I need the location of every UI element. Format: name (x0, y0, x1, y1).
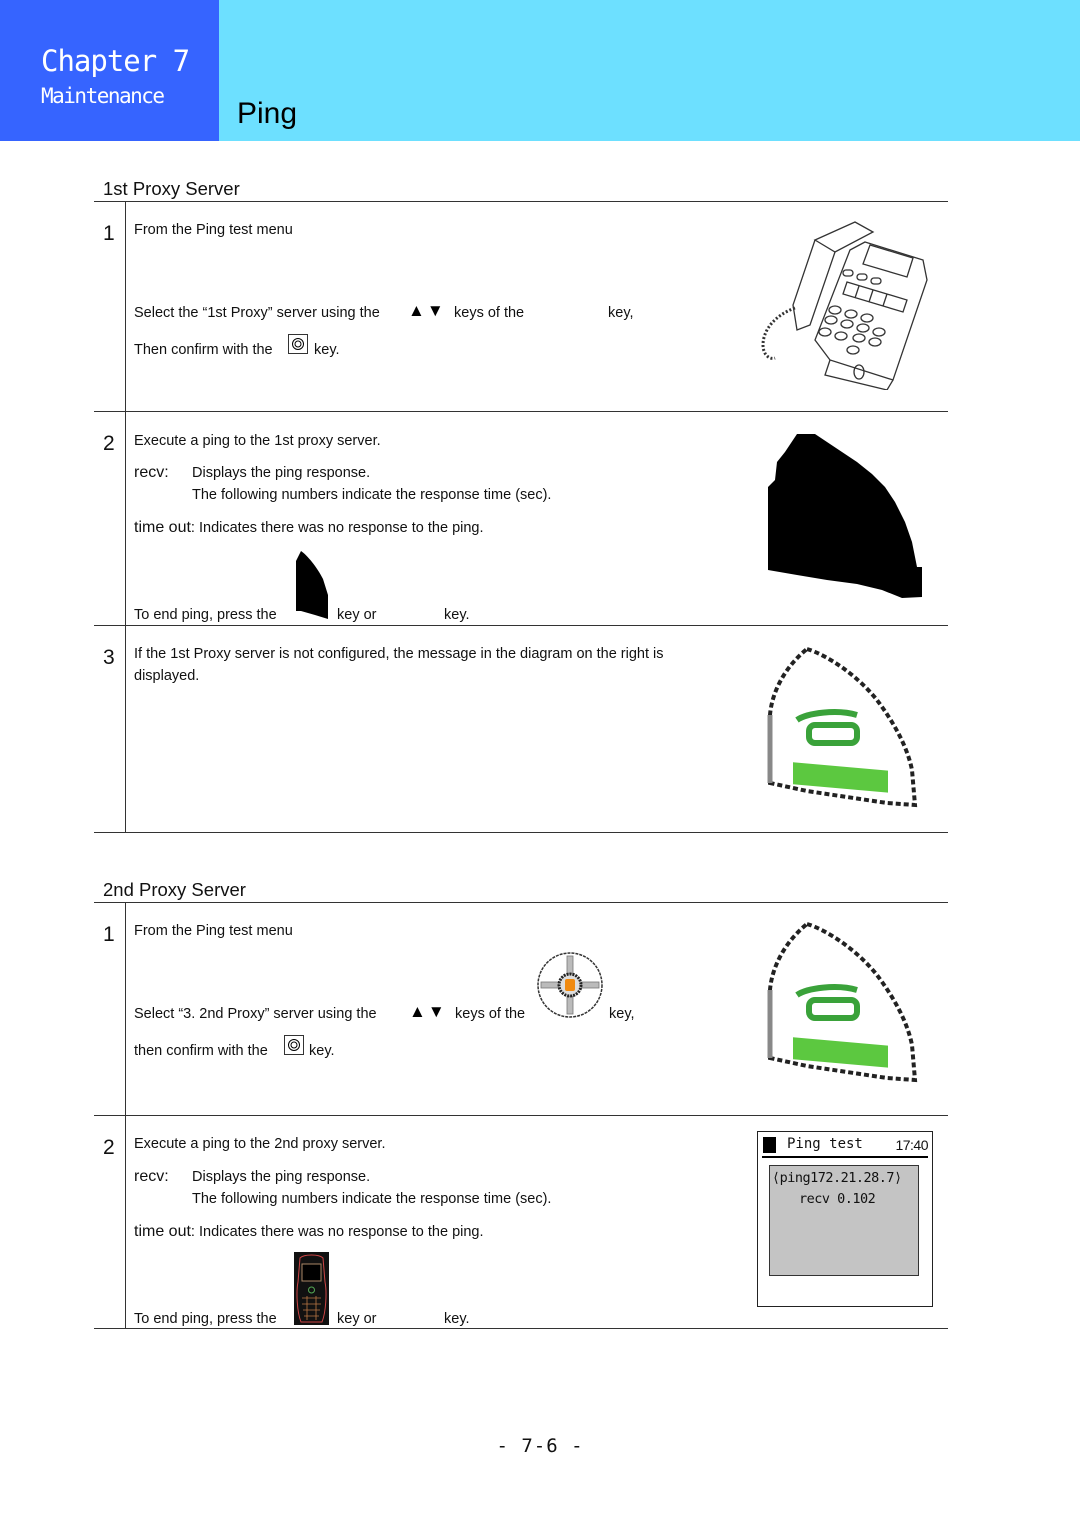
recv-label: recv: (134, 464, 169, 481)
divider (94, 832, 948, 833)
lcd-title-bar: Ping test 17:40 (762, 1134, 928, 1158)
step-text: The following numbers indicate the respo… (192, 487, 552, 503)
divider (94, 625, 948, 626)
divider (94, 1328, 948, 1329)
divider (94, 411, 948, 412)
step-text: key or (337, 607, 377, 623)
ping-test-lcd-screen: Ping test 17:40 ⟨ping172.21.28.7⟩ recv 0… (757, 1131, 933, 1307)
mobile-phone-key-icon (294, 1252, 329, 1325)
ping-target: ⟨ping172.21.28.7⟩ (772, 1170, 902, 1186)
step-text: key or (337, 1311, 377, 1327)
step-text: key. (444, 607, 470, 623)
divider (94, 201, 948, 202)
step-text: To end ping, press the (134, 1311, 277, 1327)
step-text: The following numbers indicate the respo… (192, 1191, 552, 1207)
send-key-illustration-icon (767, 646, 918, 808)
step-text: key. (444, 1311, 470, 1327)
lcd-clock: 17:40 (895, 1137, 928, 1153)
signal-block-icon (763, 1137, 776, 1153)
divider (94, 902, 948, 903)
ping-response: recv 0.102 (799, 1191, 876, 1207)
screen-illustration-icon (768, 434, 922, 598)
end-key-icon (296, 551, 328, 619)
lcd-title: Ping test (787, 1136, 863, 1152)
step-text: Select the “1st Proxy” server using the (134, 305, 380, 321)
up-down-arrow-keys-icon: ▲▼ (408, 301, 446, 320)
step-text: From the Ping test menu (134, 222, 293, 238)
step-number: 1 (103, 222, 115, 245)
step-text: keys of the (454, 305, 525, 321)
timeout-description: time out: Indicates there was no respons… (134, 519, 484, 537)
timeout-label: time out (134, 519, 191, 536)
step-text: : Indicates there was no response to the… (190, 520, 484, 536)
step-text: key, (608, 305, 634, 321)
step-text: key. (314, 342, 340, 358)
ok-key-icon (288, 334, 308, 354)
send-key-illustration-icon (767, 921, 918, 1083)
timeout-label: time out (134, 1223, 191, 1240)
navigation-key-icon (537, 952, 603, 1018)
step-text: then confirm with the (134, 1043, 268, 1059)
step-text: key. (309, 1043, 335, 1059)
step-text: displayed. (134, 668, 200, 684)
up-down-arrow-keys-icon: ▲▼ (409, 1002, 447, 1021)
timeout-description: time out: Indicates there was no respons… (134, 1223, 484, 1241)
step-text: Execute a ping to the 1st proxy server. (134, 433, 381, 449)
step-text: : Indicates there was no response to the… (190, 1224, 484, 1240)
step-text: Displays the ping response. (192, 1169, 371, 1185)
step-text: Execute a ping to the 2nd proxy server. (134, 1136, 386, 1152)
step-number: 3 (103, 646, 115, 669)
title-banner (219, 0, 1080, 141)
step-text: key, (609, 1006, 635, 1022)
step-number: 2 (103, 432, 115, 455)
step-text: If the 1st Proxy server is not configure… (134, 646, 664, 662)
ok-key-icon (284, 1035, 304, 1055)
recv-label: recv: (134, 1168, 169, 1185)
lcd-display-area: ⟨ping172.21.28.7⟩ recv 0.102 (769, 1165, 919, 1276)
chapter-subtitle: Maintenance (41, 84, 165, 108)
page-title: Ping (237, 97, 298, 130)
step-number: 1 (103, 923, 115, 946)
step-text: To end ping, press the (134, 607, 277, 623)
divider (94, 1115, 948, 1116)
step-number: 2 (103, 1136, 115, 1159)
step-column-divider (125, 201, 126, 832)
desk-phone-illustration-icon (761, 221, 928, 390)
chapter-label: Chapter 7 (41, 44, 190, 78)
chapter-banner: Chapter 7 Maintenance (0, 0, 219, 141)
section-title-2nd-proxy: 2nd Proxy Server (103, 879, 246, 900)
step-text: Select “3. 2nd Proxy” server using the (134, 1006, 377, 1022)
page-number: - 7-6 - (496, 1435, 584, 1457)
step-text: Then confirm with the (134, 342, 273, 358)
step-text: From the Ping test menu (134, 923, 293, 939)
step-text: Displays the ping response. (192, 465, 371, 481)
section-title-1st-proxy: 1st Proxy Server (103, 178, 240, 199)
step-text: keys of the (455, 1006, 526, 1022)
